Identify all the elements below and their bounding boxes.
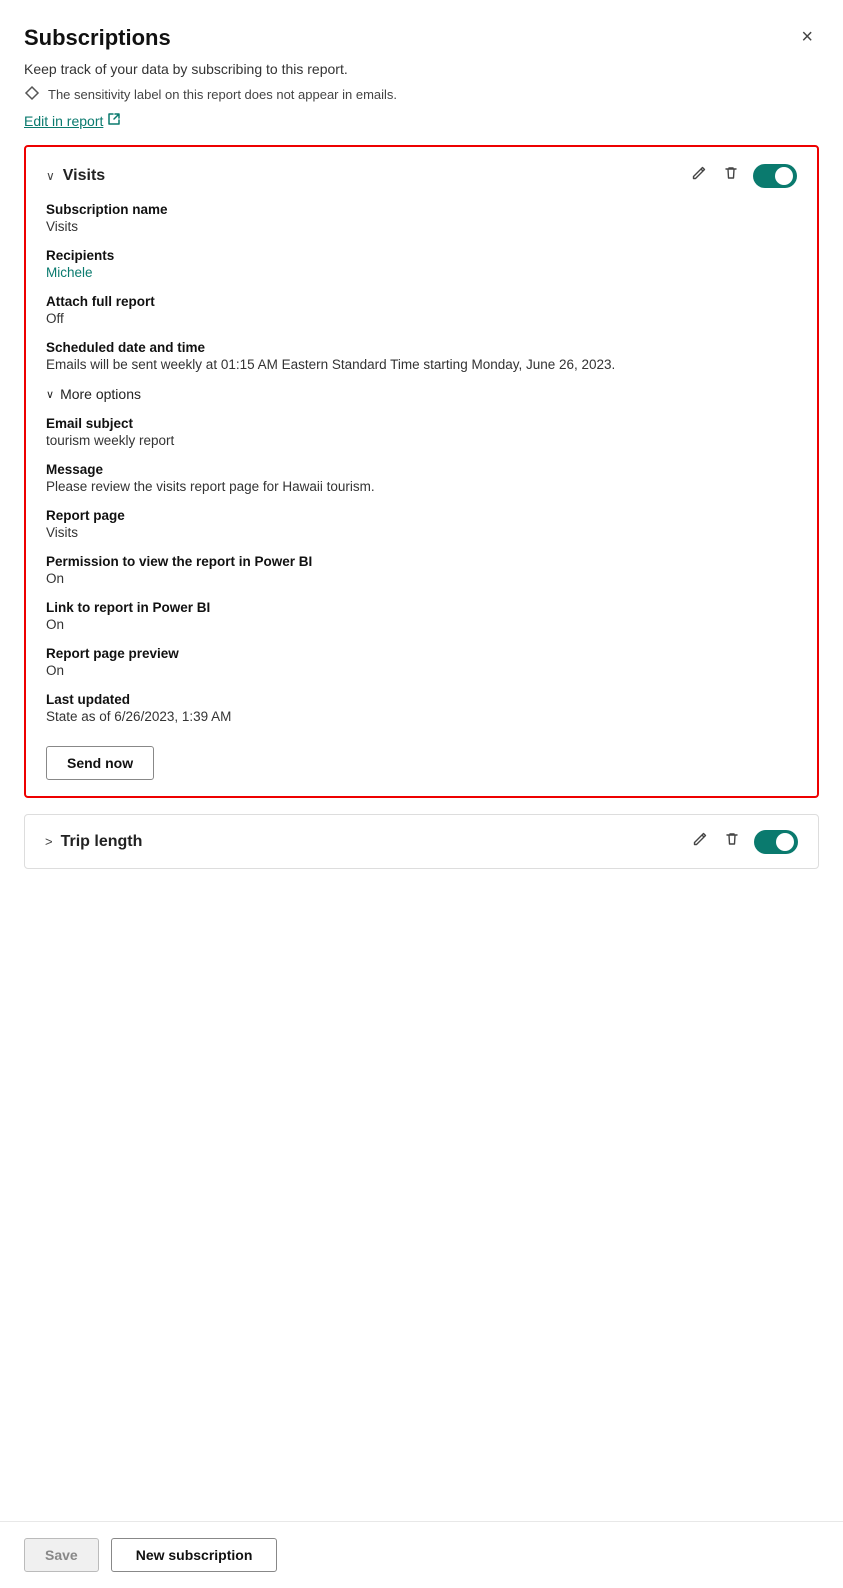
new-subscription-button[interactable]: New subscription xyxy=(111,1538,278,1572)
visits-card-header: ∨ Visits xyxy=(46,163,797,188)
visits-toggle[interactable] xyxy=(753,164,797,188)
edit-in-report-link[interactable]: Edit in report xyxy=(24,112,819,129)
trip-title-row: > Trip length xyxy=(45,833,142,851)
diamond-icon xyxy=(24,85,40,104)
report-preview-field: Report page preview On xyxy=(46,646,797,678)
edit-link-label: Edit in report xyxy=(24,113,103,129)
external-link-icon xyxy=(107,112,121,129)
trip-length-card: > Trip length xyxy=(24,814,819,869)
send-now-button[interactable]: Send now xyxy=(46,746,154,780)
trip-delete-button[interactable] xyxy=(722,829,742,854)
visits-edit-button[interactable] xyxy=(689,163,709,188)
recipients-field: Recipients Michele xyxy=(46,248,797,280)
recipients-value[interactable]: Michele xyxy=(46,265,797,280)
report-preview-label: Report page preview xyxy=(46,646,797,661)
more-options-row[interactable]: ∨ More options xyxy=(46,386,797,402)
trip-chevron-icon[interactable]: > xyxy=(45,834,53,849)
scheduled-value: Emails will be sent weekly at 01:15 AM E… xyxy=(46,357,797,372)
panel-subtitle: Keep track of your data by subscribing t… xyxy=(24,61,819,77)
more-options-chevron: ∨ xyxy=(46,388,54,401)
subscription-name-field: Subscription name Visits xyxy=(46,202,797,234)
trip-toggle[interactable] xyxy=(754,830,798,854)
panel-title: Subscriptions xyxy=(24,25,171,51)
link-label: Link to report in Power BI xyxy=(46,600,797,615)
recipients-label: Recipients xyxy=(46,248,797,263)
save-button: Save xyxy=(24,1538,99,1572)
message-label: Message xyxy=(46,462,797,477)
visits-delete-button[interactable] xyxy=(721,163,741,188)
email-subject-value: tourism weekly report xyxy=(46,433,797,448)
link-field: Link to report in Power BI On xyxy=(46,600,797,632)
report-page-field: Report page Visits xyxy=(46,508,797,540)
close-button[interactable]: × xyxy=(795,24,819,51)
permission-value: On xyxy=(46,571,797,586)
last-updated-label: Last updated xyxy=(46,692,797,707)
trip-card-title: Trip length xyxy=(61,833,143,851)
sensitivity-row: The sensitivity label on this report doe… xyxy=(24,85,819,104)
attach-report-field: Attach full report Off xyxy=(46,294,797,326)
bottom-bar: Save New subscription xyxy=(0,1521,843,1588)
permission-field: Permission to view the report in Power B… xyxy=(46,554,797,586)
attach-report-value: Off xyxy=(46,311,797,326)
attach-report-label: Attach full report xyxy=(46,294,797,309)
report-preview-value: On xyxy=(46,663,797,678)
link-value: On xyxy=(46,617,797,632)
last-updated-field: Last updated State as of 6/26/2023, 1:39… xyxy=(46,692,797,724)
visits-subscription-card: ∨ Visits xyxy=(24,145,819,798)
visits-title-row: ∨ Visits xyxy=(46,167,105,185)
message-field: Message Please review the visits report … xyxy=(46,462,797,494)
scheduled-label: Scheduled date and time xyxy=(46,340,797,355)
subscriptions-panel: Subscriptions × Keep track of your data … xyxy=(0,0,843,1588)
report-page-value: Visits xyxy=(46,525,797,540)
scheduled-field: Scheduled date and time Emails will be s… xyxy=(46,340,797,372)
trip-card-actions xyxy=(690,829,798,854)
subscription-name-label: Subscription name xyxy=(46,202,797,217)
visits-chevron-icon[interactable]: ∨ xyxy=(46,169,55,183)
visits-card-title: Visits xyxy=(63,167,105,185)
more-options-label: More options xyxy=(60,386,141,402)
last-updated-value: State as of 6/26/2023, 1:39 AM xyxy=(46,709,797,724)
sensitivity-text: The sensitivity label on this report doe… xyxy=(48,87,397,102)
email-subject-label: Email subject xyxy=(46,416,797,431)
trip-length-header: > Trip length xyxy=(45,829,798,854)
report-page-label: Report page xyxy=(46,508,797,523)
message-value: Please review the visits report page for… xyxy=(46,479,797,494)
permission-label: Permission to view the report in Power B… xyxy=(46,554,797,569)
subscription-name-value: Visits xyxy=(46,219,797,234)
panel-header: Subscriptions × xyxy=(24,24,819,51)
email-subject-field: Email subject tourism weekly report xyxy=(46,416,797,448)
visits-card-actions xyxy=(689,163,797,188)
trip-edit-button[interactable] xyxy=(690,829,710,854)
